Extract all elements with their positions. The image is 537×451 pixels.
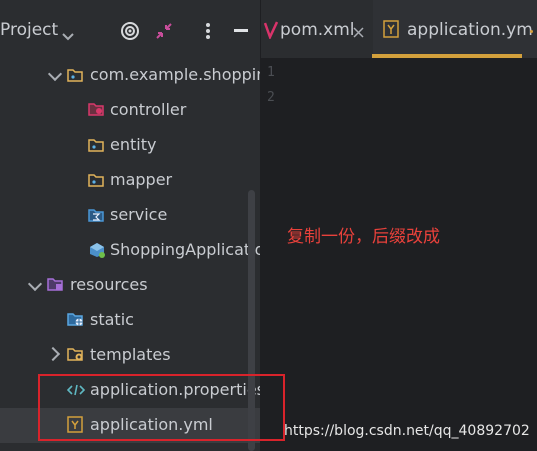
tree-item-label: controller	[110, 100, 187, 119]
close-icon[interactable]	[353, 23, 364, 42]
tree-item-label: ShoppingApplicatio	[110, 240, 265, 259]
yaml-icon	[383, 20, 399, 42]
tab-overflow-indicator	[530, 30, 533, 33]
tree-item-label: templates	[90, 345, 171, 364]
editor-content[interactable]	[320, 58, 537, 451]
package-icon	[67, 67, 83, 82]
tree-item-label: resources	[70, 275, 148, 294]
tree-item-package[interactable]: com.example.shopping	[0, 58, 277, 93]
chevron-down-icon[interactable]	[47, 66, 63, 82]
folder-controller-icon	[88, 102, 104, 116]
watermark: https://blog.csdn.net/qq_40892702	[284, 423, 530, 439]
line-number: 2	[267, 90, 275, 105]
tree-item-label: static	[90, 310, 134, 329]
project-view-label[interactable]: Project	[0, 20, 58, 40]
annotation-note: 复制一份，后缀改成	[287, 227, 440, 247]
highlight-box	[38, 374, 285, 441]
collapse-icon[interactable]	[155, 22, 173, 44]
tree-item-service[interactable]: service	[0, 198, 260, 233]
tree-item-static[interactable]: static	[0, 303, 260, 338]
tree-item-resources[interactable]: resources	[0, 268, 260, 303]
spring-class-icon	[88, 242, 105, 258]
tab-application-yml[interactable]: application.ym	[373, 0, 537, 58]
chevron-right-icon[interactable]	[45, 346, 61, 362]
project-pane-header: Project	[0, 0, 260, 58]
minimize-icon[interactable]	[234, 29, 248, 32]
templates-folder-icon	[67, 347, 83, 361]
tree-item-templates[interactable]: templates	[0, 338, 260, 373]
tree-item-label: entity	[110, 135, 157, 154]
tree-item-label: com.example.shopping	[90, 65, 277, 84]
more-icon[interactable]	[205, 22, 211, 44]
maven-icon	[263, 21, 279, 43]
chevron-down-icon[interactable]	[62, 26, 74, 45]
chevron-down-icon[interactable]	[27, 276, 43, 292]
tree-item-label: mapper	[110, 170, 173, 189]
folder-icon	[88, 172, 104, 187]
tab-label: application.ym	[407, 20, 533, 40]
tree-item-mapper[interactable]: mapper	[0, 163, 260, 198]
web-folder-icon	[67, 312, 83, 326]
resources-folder-icon	[47, 277, 63, 291]
folder-icon	[88, 137, 104, 152]
target-icon[interactable]	[121, 22, 139, 44]
tab-label: pom.xml	[280, 20, 355, 40]
editor-tab-bar: pom.xml application.ym	[260, 0, 537, 58]
tree-item-label: service	[110, 205, 168, 224]
tree-item-controller[interactable]: controller	[0, 93, 260, 128]
tree-item-shopping-application[interactable]: ShoppingApplicatio	[0, 233, 264, 268]
tab-pom-xml[interactable]: pom.xml	[261, 0, 373, 58]
tree-item-entity[interactable]: entity	[0, 128, 260, 163]
line-number: 1	[267, 65, 275, 80]
folder-service-icon	[88, 207, 104, 222]
